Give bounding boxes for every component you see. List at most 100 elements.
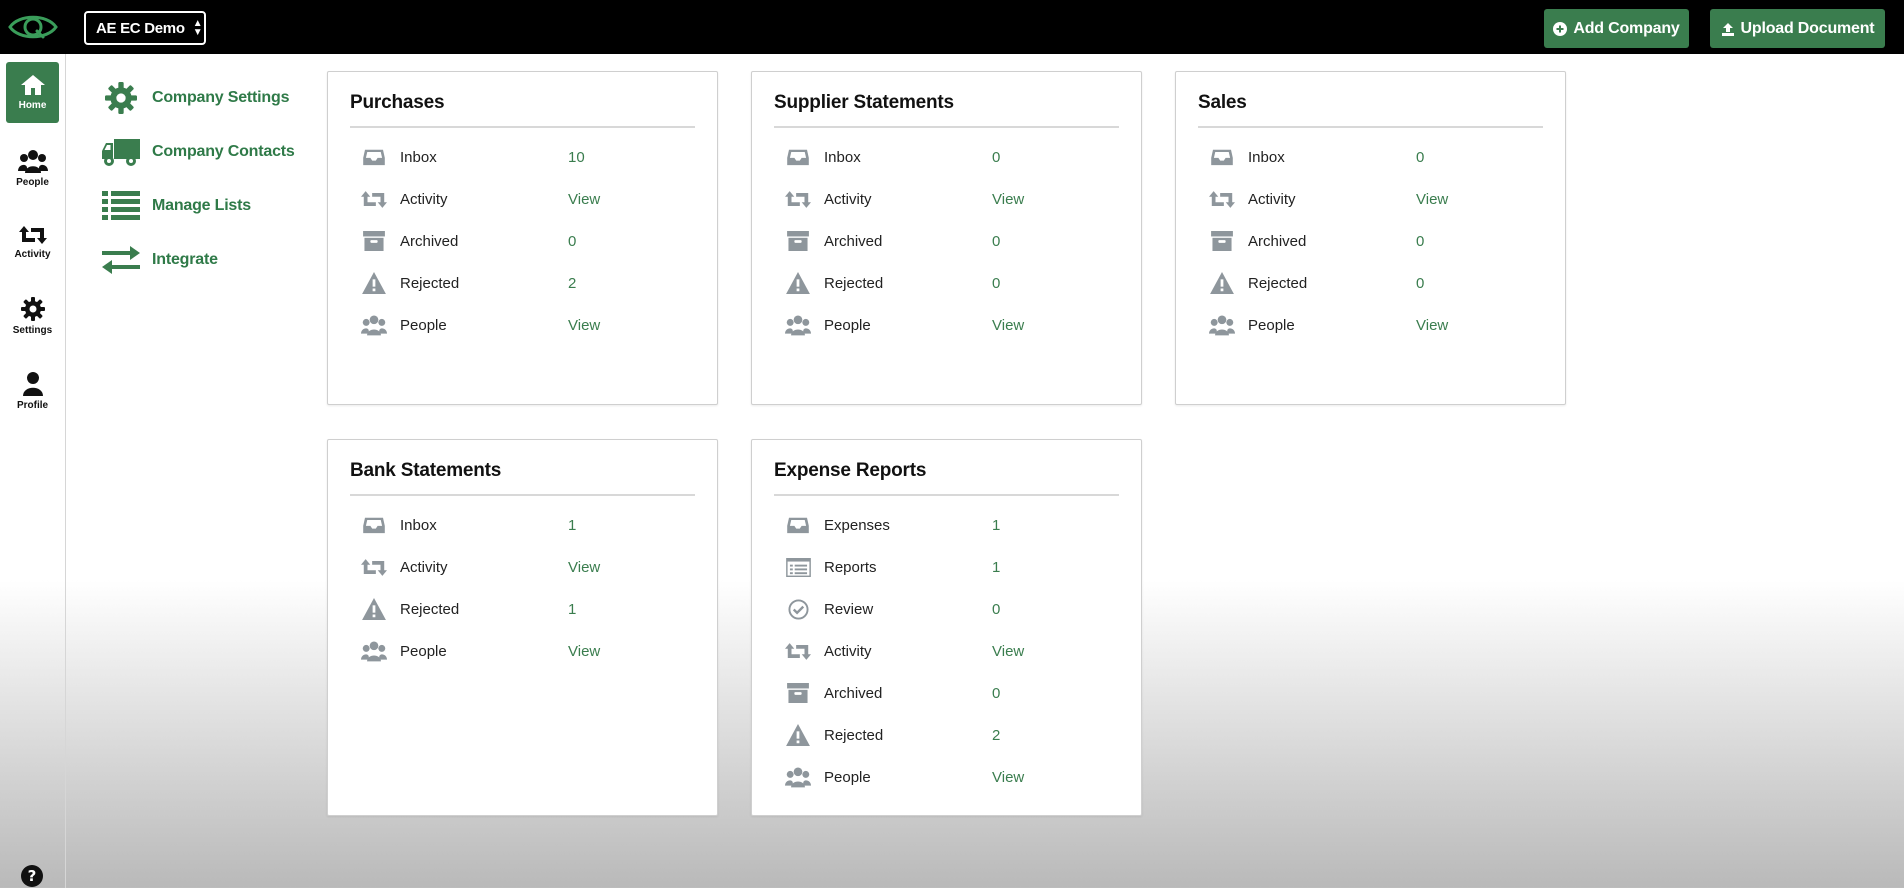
row-rejected[interactable]: Rejected 1 <box>360 594 690 624</box>
svg-text:?: ? <box>28 867 37 885</box>
list-icon <box>102 191 140 220</box>
row-value[interactable]: 0 <box>1416 275 1424 292</box>
row-people[interactable]: People View <box>784 310 1114 340</box>
row-review[interactable]: Review 0 <box>784 594 1114 624</box>
row-archived[interactable]: Archived 0 <box>1208 226 1538 256</box>
inbox-icon <box>1211 148 1233 166</box>
row-label: Rejected <box>824 274 884 292</box>
rail-label: Profile <box>16 400 49 411</box>
help-icon[interactable]: ? <box>20 864 44 888</box>
row-rejected[interactable]: Rejected 0 <box>1208 268 1538 298</box>
row-activity[interactable]: Activity View <box>360 552 690 582</box>
rail-item-people[interactable]: People <box>6 138 59 199</box>
add-company-button[interactable]: Add Company <box>1544 9 1689 48</box>
row-value[interactable]: View <box>568 643 600 660</box>
subnav-company-settings[interactable]: Company Settings <box>102 80 289 116</box>
row-value[interactable]: 2 <box>992 727 1000 744</box>
row-label: Rejected <box>400 600 460 618</box>
top-bar: AE EC Demo ▲ ▼ Add Company Upload Documen… <box>0 0 1904 54</box>
row-rejected[interactable]: Rejected 2 <box>360 268 690 298</box>
row-value[interactable]: 0 <box>1416 149 1424 166</box>
check-circle-icon <box>788 599 809 620</box>
eye-logo-icon[interactable] <box>4 6 62 48</box>
row-label: People <box>400 642 447 660</box>
row-value[interactable]: View <box>1416 191 1448 208</box>
activity-icon <box>18 226 47 244</box>
row-label: Rejected <box>400 274 460 292</box>
people-icon <box>1209 314 1235 336</box>
people-icon <box>785 766 811 788</box>
row-value[interactable]: View <box>568 317 600 334</box>
activity-icon <box>785 190 811 209</box>
rail-label: Settings <box>12 325 53 336</box>
row-value[interactable]: View <box>1416 317 1448 334</box>
inbox-icon <box>363 148 385 166</box>
rail-item-profile[interactable]: Profile <box>6 361 59 422</box>
subnav-integrate[interactable]: Integrate <box>102 242 218 278</box>
add-company-label: Add Company <box>1573 19 1680 37</box>
row-value[interactable]: 0 <box>992 275 1000 292</box>
rail-item-settings[interactable]: Settings <box>6 286 59 347</box>
row-value[interactable]: View <box>568 191 600 208</box>
subnav-label: Manage Lists <box>152 197 251 214</box>
row-inbox[interactable]: Inbox 0 <box>1208 142 1538 172</box>
row-reports[interactable]: Reports 1 <box>784 552 1114 582</box>
row-value[interactable]: 10 <box>568 149 585 166</box>
row-label: Review <box>824 600 874 618</box>
row-value[interactable]: 0 <box>992 685 1000 702</box>
people-icon <box>785 314 811 336</box>
subnav-label: Company Contacts <box>152 143 295 160</box>
row-value[interactable]: 1 <box>992 559 1000 576</box>
row-people[interactable]: People View <box>784 762 1114 792</box>
row-people[interactable]: People View <box>360 310 690 340</box>
subnav-manage-lists[interactable]: Manage Lists <box>102 188 251 224</box>
row-value[interactable]: View <box>992 769 1024 786</box>
row-value[interactable]: 2 <box>568 275 576 292</box>
row-value[interactable]: View <box>992 317 1024 334</box>
row-label: Activity <box>400 190 448 208</box>
row-activity[interactable]: Activity View <box>360 184 690 214</box>
row-label: Archived <box>824 232 883 250</box>
row-label: Rejected <box>1248 274 1308 292</box>
rail-item-home[interactable]: Home <box>6 62 59 123</box>
activity-icon <box>361 558 387 577</box>
row-value[interactable]: 1 <box>568 517 576 534</box>
upload-document-button[interactable]: Upload Document <box>1710 9 1885 48</box>
row-archived[interactable]: Archived 0 <box>784 678 1114 708</box>
row-value[interactable]: 0 <box>992 601 1000 618</box>
row-activity[interactable]: Activity View <box>784 184 1114 214</box>
rail-item-activity[interactable]: Activity <box>6 212 59 273</box>
row-inbox[interactable]: Inbox 10 <box>360 142 690 172</box>
row-value[interactable]: View <box>568 559 600 576</box>
home-icon <box>20 75 45 95</box>
row-rejected[interactable]: Rejected 0 <box>784 268 1114 298</box>
upload-icon <box>1721 22 1734 36</box>
row-archived[interactable]: Archived 0 <box>360 226 690 256</box>
card-expense-reports: Expense Reports Expenses 1 Reports 1 Rev… <box>751 439 1142 816</box>
row-value[interactable]: 1 <box>992 517 1000 534</box>
row-value[interactable]: 0 <box>992 233 1000 250</box>
row-value[interactable]: 0 <box>568 233 576 250</box>
row-inbox[interactable]: Inbox 0 <box>784 142 1114 172</box>
company-select[interactable]: AE EC Demo ▲ ▼ <box>84 11 206 45</box>
row-people[interactable]: People View <box>360 636 690 666</box>
row-value[interactable]: 0 <box>1416 233 1424 250</box>
archive-icon <box>1211 231 1233 251</box>
row-value[interactable]: 0 <box>992 149 1000 166</box>
row-value[interactable]: 1 <box>568 601 576 618</box>
row-inbox[interactable]: Inbox 1 <box>360 510 690 540</box>
row-people[interactable]: People View <box>1208 310 1538 340</box>
exchange-icon <box>102 246 140 274</box>
row-rejected[interactable]: Rejected 2 <box>784 720 1114 750</box>
row-label: Activity <box>824 190 872 208</box>
row-activity[interactable]: Activity View <box>1208 184 1538 214</box>
row-value[interactable]: View <box>992 191 1024 208</box>
warning-icon <box>786 272 810 294</box>
divider <box>774 126 1119 128</box>
row-expenses[interactable]: Expenses 1 <box>784 510 1114 540</box>
subnav-company-contacts[interactable]: Company Contacts <box>102 134 295 170</box>
row-archived[interactable]: Archived 0 <box>784 226 1114 256</box>
row-label: Expenses <box>824 516 890 534</box>
row-value[interactable]: View <box>992 643 1024 660</box>
row-activity[interactable]: Activity View <box>784 636 1114 666</box>
